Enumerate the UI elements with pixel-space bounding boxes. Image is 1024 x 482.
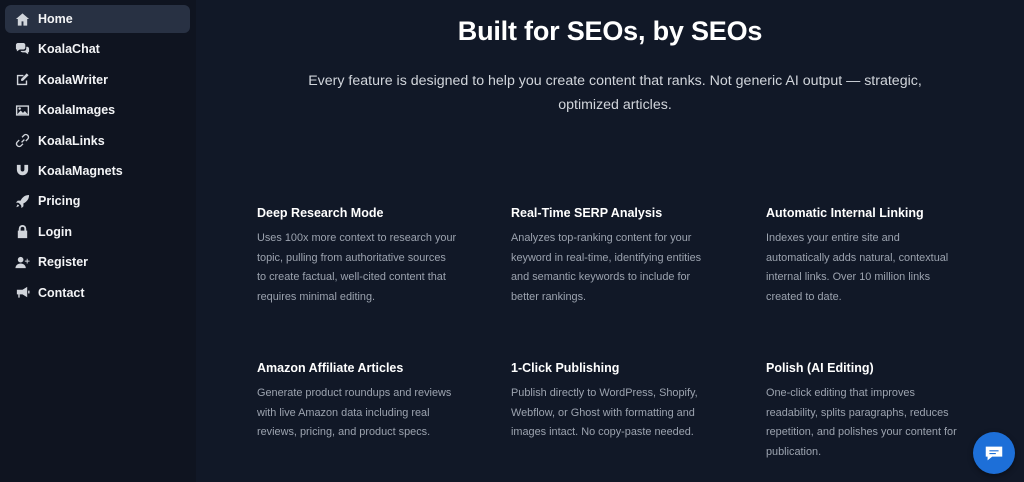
sidebar-item-label: Pricing [38, 194, 81, 209]
feature-description: Analyzes top-ranking content for your ke… [511, 232, 702, 303]
page-title: Built for SEOs, by SEOs [457, 16, 763, 46]
sidebar-item-pricing[interactable]: Pricing [5, 187, 190, 215]
sidebar-item-label: KoalaImages [38, 103, 116, 118]
feature-title: Automatic Internal Linking [766, 206, 924, 220]
feature-internal-linking: Automatic Internal Linking Indexes your … [766, 206, 966, 307]
lock-icon [13, 223, 31, 241]
sidebar-item-label: KoalaChat [38, 42, 100, 57]
feature-deep-research: Deep Research Mode Uses 100x more contex… [257, 206, 457, 307]
sidebar-item-label: KoalaWriter [38, 72, 108, 87]
sidebar-item-label: KoalaMagnets [38, 163, 123, 178]
feature-description: Indexes your entire site and automatical… [766, 232, 949, 303]
sidebar: Home KoalaChat KoalaWriter KoalaImages K… [0, 0, 196, 482]
sidebar-item-koalachat[interactable]: KoalaChat [5, 35, 190, 63]
feature-title: Polish (AI Editing) [766, 361, 874, 375]
feature-description: Uses 100x more context to research your … [257, 232, 457, 303]
sidebar-item-koalalinks[interactable]: KoalaLinks [5, 127, 190, 155]
sidebar-item-label: Login [38, 224, 73, 239]
page-subtitle: Every feature is designed to help you cr… [308, 73, 922, 113]
sidebar-item-contact[interactable]: Contact [5, 279, 190, 307]
sidebar-item-koalaimages[interactable]: KoalaImages [5, 96, 190, 124]
user-plus-icon [13, 253, 31, 271]
sidebar-item-label: Contact [38, 285, 85, 300]
sidebar-item-label: Home [38, 12, 73, 26]
home-icon [13, 10, 31, 28]
sidebar-item-register[interactable]: Register [5, 248, 190, 276]
rocket-icon [13, 192, 31, 210]
feature-one-click-publishing: 1-Click Publishing Publish directly to W… [511, 361, 711, 443]
chat-bubble-icon [985, 446, 1003, 461]
feature-title: Real-Time SERP Analysis [511, 206, 663, 220]
feature-polish-editing: Polish (AI Editing) One-click editing th… [766, 361, 966, 462]
megaphone-icon [13, 284, 31, 302]
sidebar-item-koalawriter[interactable]: KoalaWriter [5, 66, 190, 94]
sidebar-item-home[interactable]: Home [5, 5, 190, 33]
sidebar-item-label: Register [38, 255, 89, 270]
feature-serp-analysis: Real-Time SERP Analysis Analyzes top-ran… [511, 206, 711, 307]
link-icon [13, 132, 31, 150]
magnet-icon [13, 162, 31, 180]
image-icon [13, 101, 31, 119]
feature-title: 1-Click Publishing [511, 361, 620, 375]
edit-icon [13, 71, 31, 89]
chat-icon [13, 40, 31, 58]
feature-description: Generate product roundups and reviews wi… [257, 387, 452, 438]
feature-title: Deep Research Mode [257, 206, 384, 220]
sidebar-item-login[interactable]: Login [5, 218, 190, 246]
feature-title: Amazon Affiliate Articles [257, 361, 404, 375]
feature-amazon-affiliate: Amazon Affiliate Articles Generate produ… [257, 361, 457, 443]
sidebar-item-label: KoalaLinks [38, 133, 105, 148]
feature-description: Publish directly to WordPress, Shopify, … [511, 387, 698, 438]
chat-widget-button[interactable] [973, 432, 1015, 474]
main-content: Built for SEOs, by SEOs Every feature is… [196, 0, 1024, 482]
feature-description: One-click editing that improves readabil… [766, 387, 957, 458]
sidebar-item-koalamagnets[interactable]: KoalaMagnets [5, 157, 190, 185]
